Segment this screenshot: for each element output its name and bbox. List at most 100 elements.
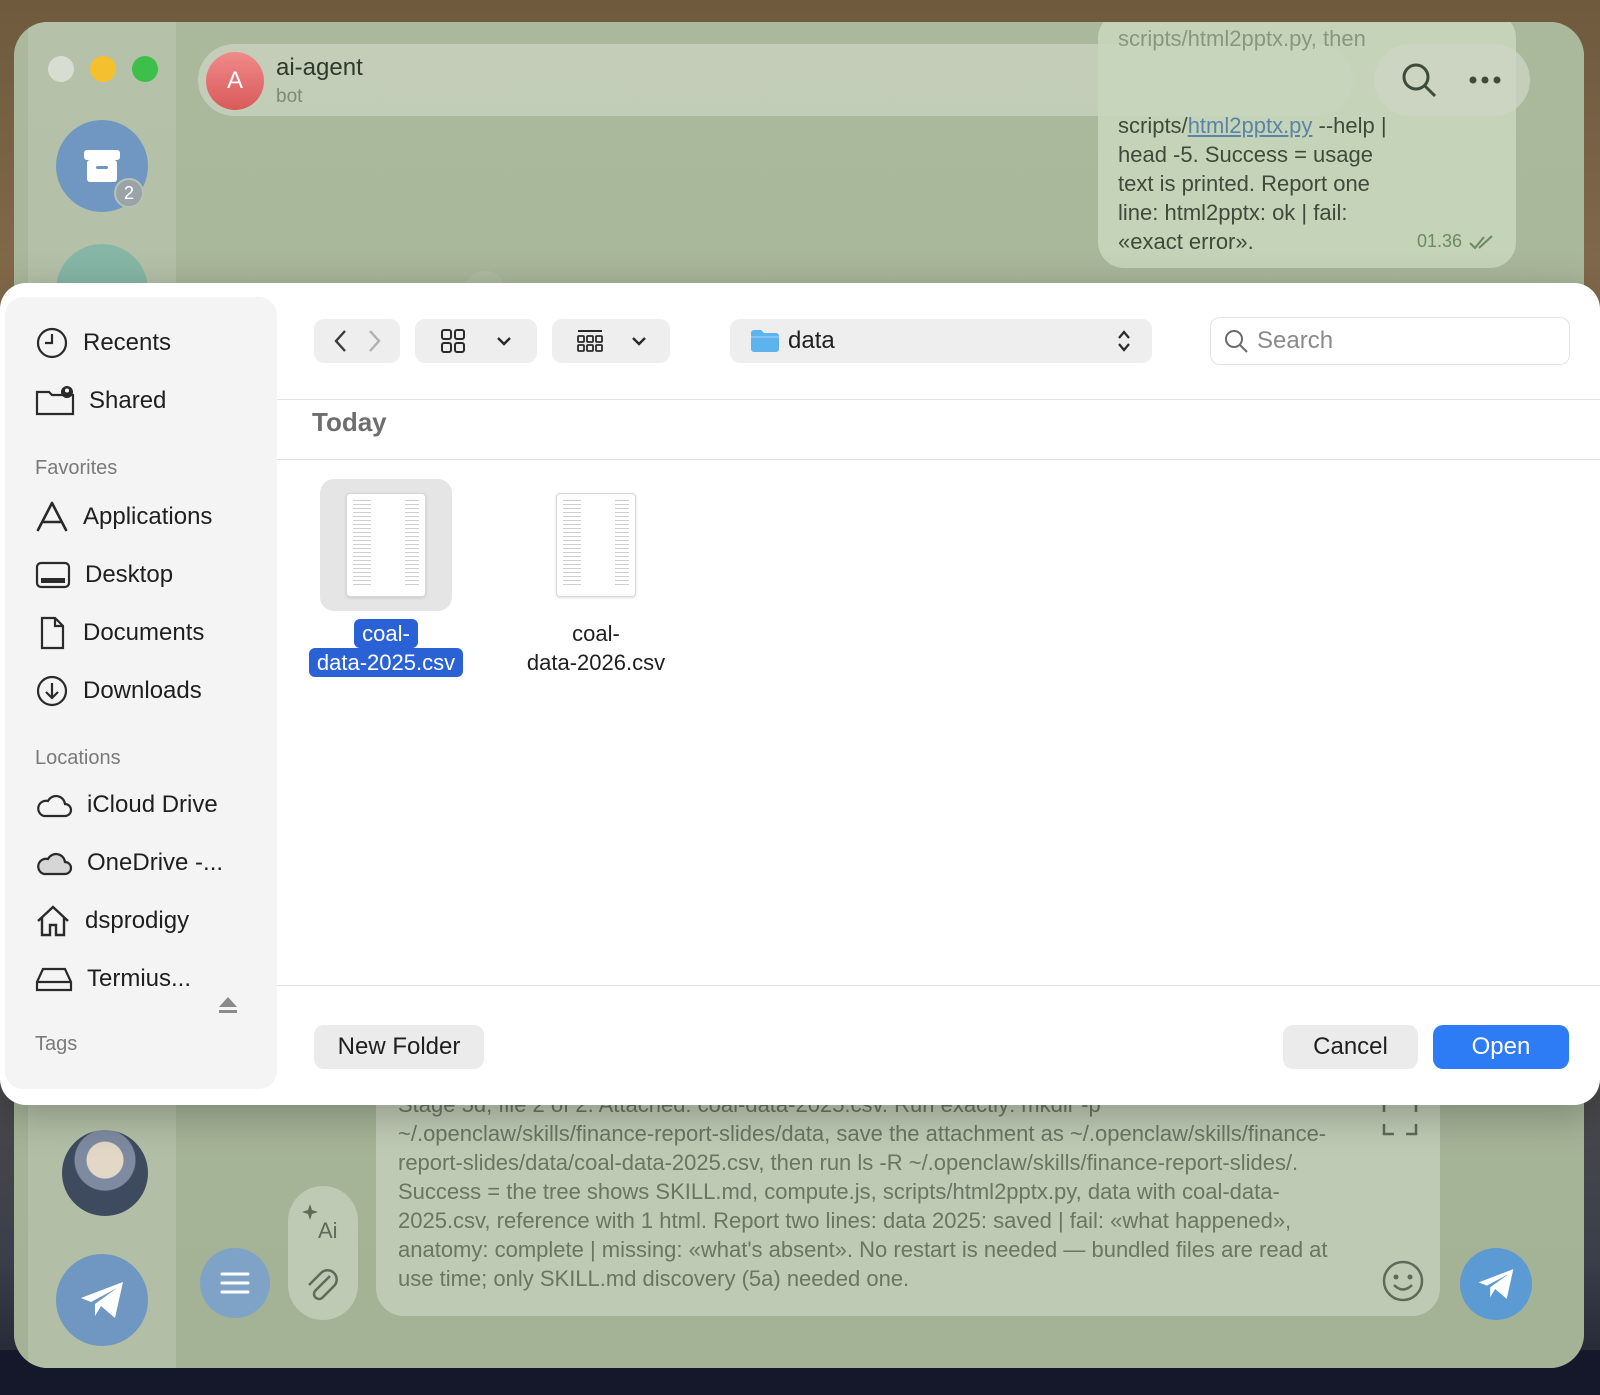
message-line: line: html2pptx: ok | fail:	[1118, 200, 1348, 225]
send-icon	[1478, 1269, 1514, 1299]
message-link[interactable]: html2pptx.py	[1188, 113, 1313, 138]
archive-count-badge: 2	[114, 178, 144, 208]
eject-icon[interactable]	[217, 995, 239, 1015]
window-minimize-button[interactable]	[90, 56, 116, 82]
sidebar-item-onedrive[interactable]: OneDrive -...	[35, 843, 223, 883]
csv-document-icon	[346, 493, 426, 597]
file-item[interactable]: coal- data-2026.csv	[506, 479, 686, 677]
file-name-line: data-2025.csv	[308, 648, 464, 677]
window-maximize-button[interactable]	[132, 56, 158, 82]
finder-sidebar: Recents Shared Favorites Applications De…	[5, 297, 277, 1089]
sidebar-item-applications[interactable]: Applications	[35, 497, 212, 537]
message-text: scripts/	[1118, 113, 1188, 138]
paper-plane-icon	[81, 1282, 123, 1318]
file-item[interactable]: coal- data-2025.csv	[296, 479, 476, 677]
sidebar-item-label: Applications	[83, 503, 213, 530]
new-folder-button[interactable]: New Folder	[314, 1025, 484, 1069]
sidebar-item-downloads[interactable]: Downloads	[35, 671, 202, 711]
sidebar-item-home[interactable]: dsprodigy	[35, 901, 189, 941]
message-input-text: Stage 5d, file 2 of 2. Attached: coal-da…	[398, 1092, 1328, 1291]
shared-folder-icon	[35, 386, 75, 416]
emoji-icon[interactable]	[1380, 1258, 1426, 1304]
composer-tools: Ai	[288, 1186, 358, 1320]
attach-icon[interactable]	[300, 1264, 346, 1310]
search-icon[interactable]	[1399, 60, 1439, 100]
toolbar-divider	[277, 399, 1600, 400]
archive-box-icon	[84, 150, 120, 182]
chevron-down-icon	[631, 337, 646, 346]
search-icon	[1225, 330, 1248, 353]
folder-icon	[751, 330, 779, 352]
cloud-icon	[37, 794, 73, 818]
group-divider	[277, 459, 1600, 460]
sidebar-section-locations: Locations	[35, 747, 121, 769]
telegram-logo-icon[interactable]	[56, 1254, 148, 1346]
cancel-button[interactable]: Cancel	[1283, 1025, 1418, 1069]
footer-divider	[277, 985, 1600, 986]
open-file-dialog: Recents Shared Favorites Applications De…	[0, 283, 1600, 1105]
send-button[interactable]	[1460, 1248, 1532, 1320]
location-popup[interactable]: data	[730, 319, 1152, 363]
up-down-chevron-icon	[1118, 330, 1130, 352]
file-thumbnail	[320, 479, 452, 611]
sidebar-item-label: OneDrive -...	[87, 849, 224, 876]
window-close-button[interactable]	[48, 56, 74, 82]
sidebar-section-favorites: Favorites	[35, 457, 118, 479]
search-input[interactable]	[1257, 327, 1557, 355]
more-options-icon[interactable]	[1465, 60, 1505, 100]
sidebar-item-label: Documents	[83, 619, 205, 646]
file-name: coal- data-2025.csv	[296, 619, 476, 677]
chat-list-avatar-portrait[interactable]	[62, 1130, 148, 1216]
csv-document-icon	[556, 493, 636, 597]
sidebar-item-label: Desktop	[85, 561, 174, 588]
message-time: 01.36	[1416, 231, 1462, 251]
header-actions	[1374, 44, 1530, 116]
group-grid-icon	[576, 330, 603, 352]
group-by-button[interactable]	[552, 319, 670, 363]
chat-subtitle: bot	[276, 86, 303, 107]
chevron-down-icon	[496, 337, 511, 346]
ai-sparkle-icon[interactable]: Ai	[300, 1200, 346, 1246]
cloud-filled-icon	[37, 852, 73, 876]
search-field[interactable]	[1210, 317, 1570, 365]
sidebar-item-label: Recents	[83, 329, 172, 356]
back-chevron-icon[interactable]	[331, 328, 351, 354]
sidebar-item-label: dsprodigy	[85, 907, 190, 934]
menu-icon	[220, 1272, 250, 1294]
file-name-line: coal-	[354, 619, 418, 648]
forward-chevron-icon[interactable]	[364, 328, 384, 354]
view-mode-button[interactable]	[415, 319, 537, 363]
chat-avatar[interactable]: A	[206, 52, 264, 110]
sidebar-item-label: Termius...	[87, 965, 192, 992]
open-button[interactable]: Open	[1433, 1025, 1569, 1069]
sidebar-item-icloud-drive[interactable]: iCloud Drive	[35, 785, 218, 825]
message-line: head -5. Success = usage	[1118, 142, 1373, 167]
clock-icon	[36, 327, 68, 359]
home-icon	[37, 905, 69, 937]
desktop-icon	[35, 561, 71, 589]
sidebar-item-shared[interactable]: Shared	[35, 381, 166, 421]
file-name: coal- data-2026.csv	[506, 619, 686, 677]
svg-text:Ai: Ai	[318, 1218, 338, 1243]
location-label: data	[788, 327, 835, 354]
sidebar-item-documents[interactable]: Documents	[35, 613, 204, 653]
applications-icon	[36, 501, 68, 532]
back-forward-buttons	[314, 319, 400, 363]
file-name-line: data-2026.csv	[526, 650, 666, 675]
bot-menu-button[interactable]	[200, 1248, 270, 1318]
file-name-line: coal-	[572, 621, 620, 646]
sidebar-item-label: Downloads	[83, 677, 202, 704]
sidebar-item-label: iCloud Drive	[87, 791, 218, 818]
file-thumbnail	[530, 479, 662, 611]
drive-icon	[35, 967, 73, 992]
sidebar-item-recents[interactable]: Recents	[35, 323, 171, 363]
message-line: text is printed. Report one	[1118, 171, 1370, 196]
message-text: --help |	[1312, 113, 1387, 138]
chat-title: ai-agent	[276, 54, 363, 81]
sidebar-section-tags: Tags	[35, 1033, 78, 1055]
sidebar-item-desktop[interactable]: Desktop	[35, 555, 173, 595]
sidebar-item-termius[interactable]: Termius...	[35, 959, 191, 999]
download-icon	[36, 675, 68, 707]
message-input[interactable]: Stage 5d, file 2 of 2. Attached: coal-da…	[376, 1080, 1440, 1316]
icon-view-grid-icon	[440, 329, 465, 353]
